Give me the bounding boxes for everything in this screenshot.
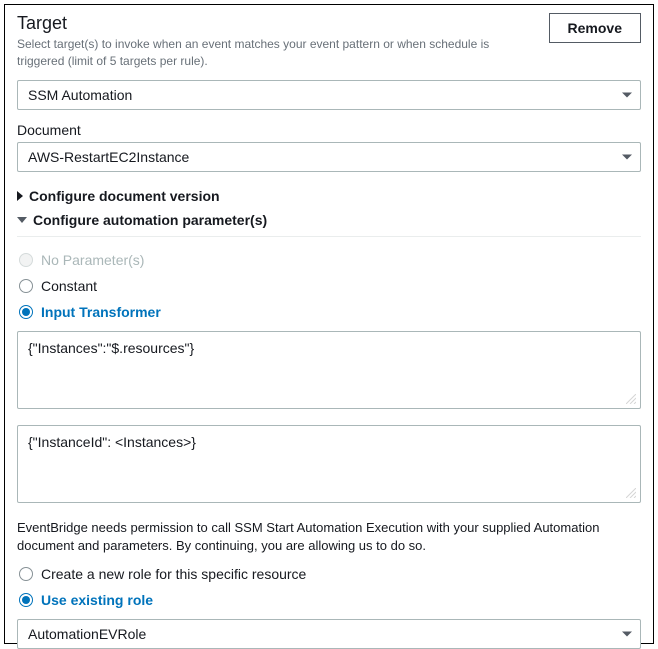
configure-automation-parameters-expander[interactable]: Configure automation parameter(s)	[17, 208, 641, 232]
document-value: AWS-RestartEC2Instance	[28, 149, 189, 165]
resize-grip-icon	[626, 394, 636, 404]
caret-right-icon	[17, 191, 23, 201]
expander-label: Configure automation parameter(s)	[33, 212, 267, 228]
radio-icon	[19, 593, 33, 607]
radio-label: Constant	[41, 278, 97, 294]
panel-header: Target Select target(s) to invoke when a…	[17, 13, 641, 80]
document-select[interactable]: AWS-RestartEC2Instance	[17, 142, 641, 172]
resize-grip-icon	[626, 488, 636, 498]
radio-label: Create a new role for this specific reso…	[41, 566, 306, 582]
radio-icon	[19, 253, 33, 267]
panel-title: Target	[17, 13, 539, 34]
parameter-mode-radio-group: No Parameter(s) Constant Input Transform…	[19, 247, 641, 325]
panel-subtitle: Select target(s) to invoke when an event…	[17, 36, 539, 70]
target-type-value: SSM Automation	[28, 87, 132, 103]
target-panel: Target Select target(s) to invoke when a…	[4, 4, 654, 644]
radio-input-transformer[interactable]: Input Transformer	[19, 299, 641, 325]
target-type-select[interactable]: SSM Automation	[17, 80, 641, 110]
permission-note: EventBridge needs permission to call SSM…	[17, 519, 641, 555]
radio-icon	[19, 305, 33, 319]
document-label: Document	[17, 122, 641, 138]
chevron-down-icon	[622, 154, 632, 159]
input-path-textarea[interactable]: {"Instances":"$.resources"}	[17, 331, 641, 409]
input-template-textarea[interactable]: {"InstanceId": <Instances>}	[17, 425, 641, 503]
expander-label: Configure document version	[29, 188, 220, 204]
existing-role-select[interactable]: AutomationEVRole	[17, 619, 641, 649]
radio-use-existing-role[interactable]: Use existing role	[19, 587, 641, 613]
chevron-down-icon	[622, 631, 632, 636]
configure-document-version-expander[interactable]: Configure document version	[17, 184, 641, 208]
radio-icon	[19, 279, 33, 293]
radio-create-new-role[interactable]: Create a new role for this specific reso…	[19, 561, 641, 587]
chevron-down-icon	[622, 92, 632, 97]
role-radio-group: Create a new role for this specific reso…	[19, 561, 641, 613]
caret-down-icon	[17, 217, 27, 223]
radio-icon	[19, 567, 33, 581]
remove-button[interactable]: Remove	[549, 13, 641, 43]
divider	[17, 236, 641, 237]
radio-constant[interactable]: Constant	[19, 273, 641, 299]
existing-role-value: AutomationEVRole	[28, 626, 146, 642]
radio-label: Use existing role	[41, 592, 153, 608]
radio-label: No Parameter(s)	[41, 252, 144, 268]
radio-no-parameters: No Parameter(s)	[19, 247, 641, 273]
radio-label: Input Transformer	[41, 304, 161, 320]
